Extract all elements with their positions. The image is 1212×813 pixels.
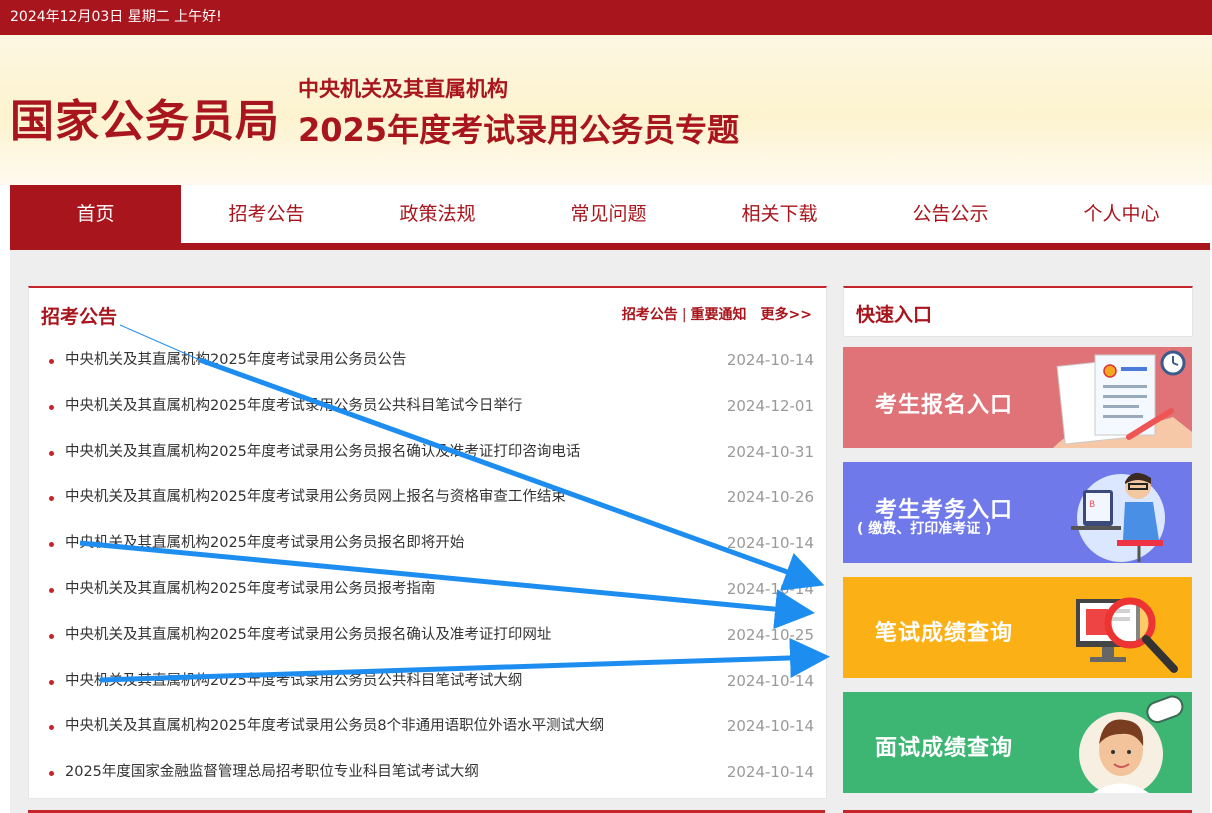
announcement-link[interactable]: 中央机关及其直属机构2025年度考试录用公务员公共科目笔试考试大纲 bbox=[65, 659, 522, 705]
nav-home[interactable]: 首页 bbox=[10, 185, 181, 243]
announcement-date: 2024-10-14 bbox=[726, 579, 814, 598]
nav-personal-center[interactable]: 个人中心 bbox=[1036, 185, 1207, 243]
written-score-query-card[interactable]: 笔试成绩查询 bbox=[843, 577, 1192, 678]
nav-policies[interactable]: 政策法规 bbox=[352, 185, 523, 243]
list-item: 中央机关及其直属机构2025年度考试录用公务员网上报名与资格审查工作结束 2024… bbox=[29, 475, 826, 521]
interview-score-query-card[interactable]: 面试成绩查询 bbox=[843, 692, 1192, 793]
announcement-date: 2024-10-14 bbox=[726, 763, 814, 782]
announcement-date: 2024-10-14 bbox=[726, 351, 814, 369]
announcements-title: 招考公告 bbox=[41, 306, 118, 328]
header-banner: 国家公务员局 中央机关及其直属机构 2025年度考试录用公务员专题 bbox=[0, 35, 1212, 185]
nav-faq[interactable]: 常见问题 bbox=[523, 185, 694, 243]
bullet-icon bbox=[49, 771, 54, 777]
bullet-icon bbox=[49, 587, 54, 593]
list-item: 中央机关及其直属机构2025年度考试录用公务员公共科目笔试今日举行 2024-12… bbox=[29, 384, 826, 430]
announcement-date: 2024-10-25 bbox=[726, 625, 814, 644]
announcement-link[interactable]: 中央机关及其直属机构2025年度考试录用公务员报名确认及准考证打印网址 bbox=[65, 613, 551, 659]
exam-affairs-entry-card[interactable]: 考生考务入口 ( 缴费、打印准考证 ) B bbox=[843, 462, 1192, 563]
announcement-link[interactable]: 中央机关及其直属机构2025年度考试录用公务员报名即将开始 bbox=[65, 521, 464, 567]
announcement-link[interactable]: 中央机关及其直属机构2025年度考试录用公务员网上报名与资格审查工作结束 bbox=[65, 475, 566, 521]
list-item: 2025年度国家金融监督管理总局招考职位专业科目笔试考试大纲 2024-10-14 bbox=[29, 750, 826, 796]
bullet-icon bbox=[49, 679, 54, 685]
interview-person-icon bbox=[1079, 695, 1184, 793]
announcement-link[interactable]: 中央机关及其直属机构2025年度考试录用公务员公共科目笔试今日举行 bbox=[65, 384, 522, 430]
exam-affairs-entry-sub: ( 缴费、打印准考证 ) bbox=[857, 521, 992, 537]
list-item: 中央机关及其直属机构2025年度考试录用公务员公共科目笔试考试大纲 2024-10… bbox=[29, 659, 826, 705]
list-item: 中央机关及其直属机构2025年度考试录用公务员报考指南 2024-10-14 bbox=[29, 567, 826, 613]
list-item: 中央机关及其直属机构2025年度考试录用公务员报名确认及准考证打印咨询电话 202… bbox=[29, 430, 826, 476]
announcement-link[interactable]: 中央机关及其直属机构2025年度考试录用公务员8个非通用语职位外语水平测试大纲 bbox=[65, 704, 604, 750]
list-item: 中央机关及其直属机构2025年度考试录用公务员公告 2024-10-14 bbox=[29, 338, 826, 384]
written-score-query-label: 笔试成绩查询 bbox=[875, 621, 1014, 646]
bullet-icon bbox=[49, 542, 54, 548]
top-bar: 2024年12月03日 星期二 上午好! bbox=[0, 0, 1212, 35]
announcement-date: 2024-12-01 bbox=[726, 396, 814, 415]
announcement-link[interactable]: 2025年度国家金融监督管理总局招考职位专业科目笔试考试大纲 bbox=[65, 750, 479, 796]
nav-downloads[interactable]: 相关下载 bbox=[694, 185, 865, 243]
list-item: 中央机关及其直属机构2025年度考试录用公务员报名确认及准考证打印网址 2024-… bbox=[29, 613, 826, 659]
announcement-link[interactable]: 中央机关及其直属机构2025年度考试录用公务员公告 bbox=[65, 338, 406, 384]
bullet-icon bbox=[49, 359, 54, 364]
bullet-icon bbox=[49, 633, 54, 639]
announcement-link[interactable]: 中央机关及其直属机构2025年度考试录用公务员报考指南 bbox=[65, 567, 435, 613]
announcement-date: 2024-10-14 bbox=[726, 671, 814, 690]
more-link[interactable]: 更多>> bbox=[761, 307, 812, 323]
bullet-icon bbox=[49, 450, 54, 456]
student-at-computer-icon: B bbox=[1071, 472, 1165, 562]
registration-form-icon bbox=[1053, 350, 1192, 448]
list-item: 中央机关及其直属机构2025年度考试录用公务员8个非通用语职位外语水平测试大纲 2… bbox=[29, 704, 826, 750]
date-greeting: 2024年12月03日 星期二 上午好! bbox=[10, 9, 222, 25]
site-name: 国家公务员局 bbox=[10, 96, 280, 147]
announcements-links: 招考公告 | 重要通知 更多>> bbox=[622, 304, 812, 324]
announcement-date: 2024-10-14 bbox=[726, 534, 814, 553]
list-item: 中央机关及其直属机构2025年度考试录用公务员报名即将开始 2024-10-14 bbox=[29, 521, 826, 567]
quick-entry-header: 快速入口 bbox=[843, 286, 1193, 337]
bullet-icon bbox=[49, 404, 54, 410]
interview-score-query-label: 面试成绩查询 bbox=[875, 736, 1014, 761]
registration-entry-card[interactable]: 考生报名入口 bbox=[843, 347, 1192, 448]
nav-announcements[interactable]: 招考公告 bbox=[181, 185, 352, 243]
quick-entry-title: 快速入口 bbox=[856, 304, 933, 326]
announcements-panel: 招考公告 招考公告 | 重要通知 更多>> 中央机关及其直属机构2025年度考试录用公… bbox=[28, 286, 827, 799]
registration-entry-label: 考生报名入口 bbox=[875, 393, 1014, 418]
announcement-link[interactable]: 中央机关及其直属机构2025年度考试录用公务员报名确认及准考证打印咨询电话 bbox=[65, 430, 580, 476]
bullet-icon bbox=[49, 496, 54, 502]
link-important-notices[interactable]: 重要通知 bbox=[691, 307, 747, 323]
nav-public-notices[interactable]: 公告公示 bbox=[865, 185, 1036, 243]
subtitle-line2: 2025年度考试录用公务员专题 bbox=[298, 111, 740, 149]
announcement-date: 2024-10-14 bbox=[726, 717, 814, 736]
subtitle-line1: 中央机关及其直属机构 bbox=[298, 77, 508, 101]
link-announcements[interactable]: 招考公告 bbox=[622, 307, 678, 323]
announcement-date: 2024-10-26 bbox=[726, 488, 814, 507]
links-separator: | bbox=[681, 307, 687, 323]
svg-text:B: B bbox=[1089, 500, 1095, 510]
announcement-list: 中央机关及其直属机构2025年度考试录用公务员公告 2024-10-14 中央机关… bbox=[29, 338, 826, 796]
bullet-icon bbox=[49, 725, 54, 731]
announcement-date: 2024-10-31 bbox=[726, 442, 814, 461]
magnifier-monitor-icon bbox=[1076, 597, 1178, 673]
main-nav: 首页 招考公告 政策法规 常见问题 相关下载 公告公示 个人中心 bbox=[10, 185, 1210, 250]
